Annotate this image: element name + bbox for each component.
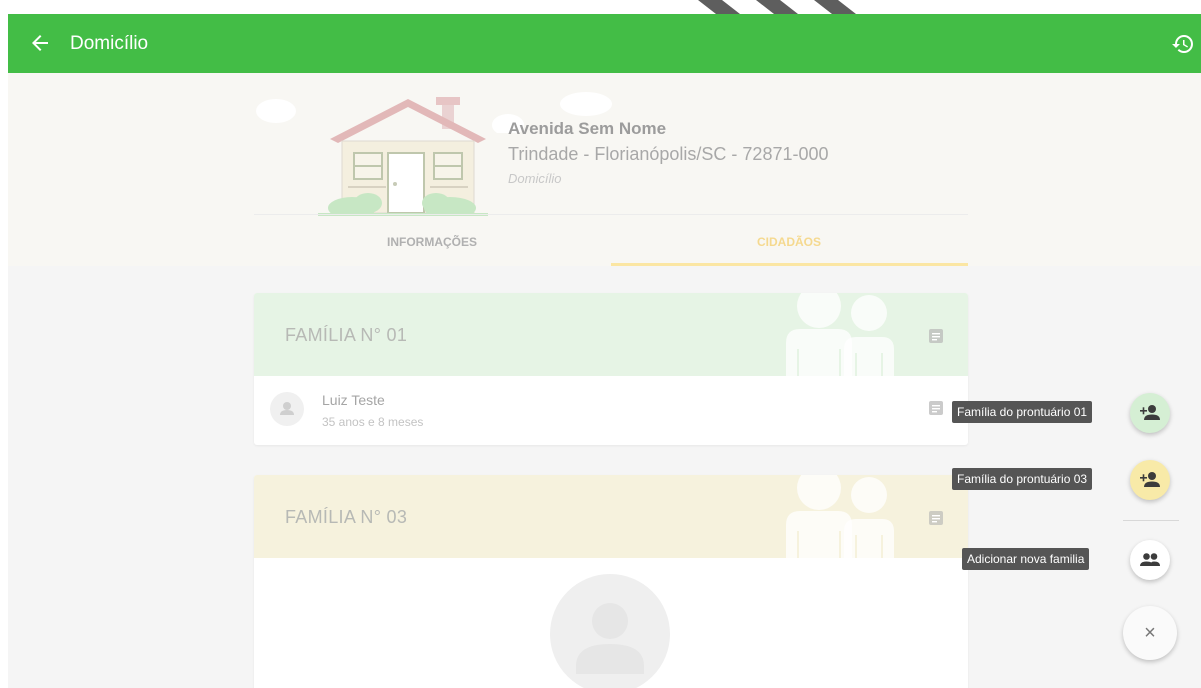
family-title: FAMÍLIA N° 01 bbox=[285, 325, 408, 345]
person-add-icon bbox=[1140, 405, 1160, 420]
page-title: Domicílio bbox=[70, 33, 149, 54]
list-item[interactable]: Luiz Teste 35 anos e 8 meses bbox=[254, 376, 968, 445]
address-block: Avenida Sem Nome Trindade - Florianópoli… bbox=[508, 118, 829, 188]
family-record-icon[interactable] bbox=[928, 328, 944, 344]
fab-tooltip: Família do prontuário 03 bbox=[952, 468, 1093, 490]
address-city-line: Trindade - Florianópolis/SC - 72871-000 bbox=[508, 144, 829, 164]
add-new-family-button[interactable] bbox=[1130, 540, 1170, 580]
member-record-icon[interactable] bbox=[928, 400, 944, 416]
fab-tooltip: Família do prontuário 01 bbox=[952, 401, 1093, 423]
header-divider bbox=[254, 214, 968, 215]
person-icon bbox=[576, 603, 644, 674]
family-title: FAMÍLIA N° 03 bbox=[285, 507, 408, 527]
family-people-illustration bbox=[786, 293, 894, 376]
back-button[interactable] bbox=[24, 27, 56, 59]
family-card: FAMÍLIA N° 01 Luiz Teste 35 anos e 8 mes… bbox=[254, 293, 968, 445]
person-add-icon bbox=[1140, 472, 1160, 487]
person-icon bbox=[280, 402, 294, 415]
empty-family-avatar bbox=[550, 574, 670, 688]
family-card: FAMÍLIA N° 03 bbox=[254, 475, 968, 688]
add-to-family-01-button[interactable] bbox=[1130, 393, 1170, 433]
family-people-illustration bbox=[786, 475, 894, 558]
family-record-icon[interactable] bbox=[928, 510, 944, 526]
member-name: Luiz Teste bbox=[322, 392, 385, 408]
tab-informacoes[interactable]: INFORMAÇÕES bbox=[254, 221, 610, 266]
avatar bbox=[270, 392, 304, 426]
residence-type: Domicílio bbox=[508, 171, 562, 186]
active-tab-indicator bbox=[611, 263, 968, 266]
history-icon bbox=[1172, 35, 1193, 54]
close-icon: × bbox=[1144, 622, 1156, 644]
tab-cidadaos[interactable]: CIDADÃOS bbox=[611, 221, 967, 266]
history-button[interactable] bbox=[1171, 32, 1195, 56]
address-street: Avenida Sem Nome bbox=[508, 119, 667, 138]
group-icon bbox=[1140, 553, 1160, 566]
app-window: Domicílio Avenida Sem Nome Trindade - Fl… bbox=[8, 14, 1201, 688]
fab-menu-divider bbox=[1123, 520, 1179, 521]
fab-tooltip: Adicionar nova familia bbox=[962, 548, 1090, 570]
family-header[interactable]: FAMÍLIA N° 01 bbox=[254, 293, 968, 376]
close-fab-menu-button[interactable]: × bbox=[1123, 606, 1177, 660]
app-bar: Domicílio bbox=[8, 14, 1201, 73]
arrow-left-icon bbox=[32, 35, 48, 51]
house-illustration bbox=[318, 97, 488, 216]
member-age: 35 anos e 8 meses bbox=[322, 415, 424, 429]
residence-header: Avenida Sem Nome Trindade - Florianópoli… bbox=[8, 73, 1201, 266]
add-to-family-03-button[interactable] bbox=[1130, 460, 1170, 500]
family-header[interactable]: FAMÍLIA N° 03 bbox=[254, 475, 968, 558]
